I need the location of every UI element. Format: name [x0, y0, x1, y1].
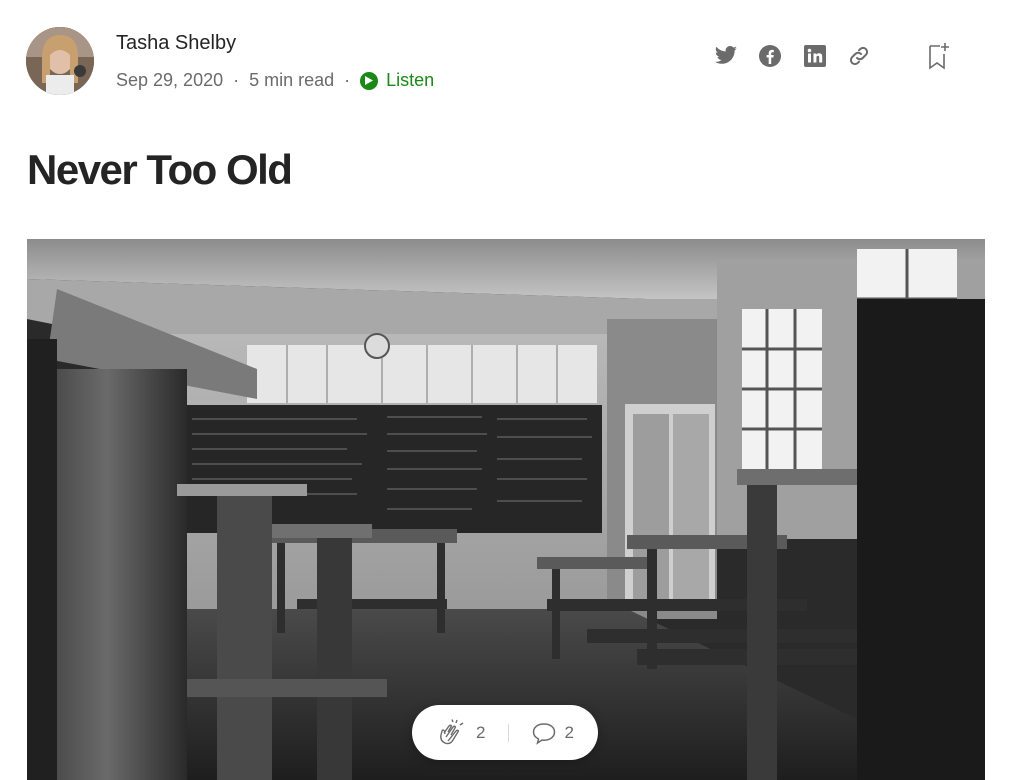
responses-button[interactable]: 2 — [531, 721, 574, 745]
avatar-photo-icon — [26, 27, 94, 95]
publish-date: Sep 29, 2020 — [116, 70, 224, 90]
meta-separator: · — [344, 70, 351, 90]
response-count: 2 — [564, 722, 574, 742]
twitter-icon[interactable] — [713, 43, 739, 69]
engagement-bar: 2 2 — [412, 705, 598, 760]
bookmark-add-icon[interactable] — [925, 41, 953, 71]
linkedin-icon[interactable] — [802, 43, 828, 69]
link-icon[interactable] — [846, 43, 872, 69]
comment-icon — [531, 721, 557, 745]
clap-count: 2 — [476, 722, 486, 742]
clap-icon — [436, 718, 466, 747]
hero-image — [27, 239, 985, 780]
meta-separator: · — [233, 70, 240, 90]
clap-button[interactable]: 2 — [436, 718, 486, 747]
facebook-icon[interactable] — [757, 43, 783, 69]
article-title: Never Too Old — [27, 146, 293, 193]
listen-button[interactable]: Listen — [360, 70, 434, 91]
author-avatar[interactable] — [26, 27, 94, 95]
author-name[interactable]: Tasha Shelby — [116, 32, 236, 55]
divider — [507, 723, 509, 742]
listen-label: Listen — [386, 70, 435, 90]
article-meta: Sep 29, 2020 · 5 min read · Listen — [116, 70, 434, 91]
classroom-photo-icon — [27, 239, 985, 780]
read-time: 5 min read — [249, 70, 335, 90]
play-icon — [360, 71, 379, 90]
